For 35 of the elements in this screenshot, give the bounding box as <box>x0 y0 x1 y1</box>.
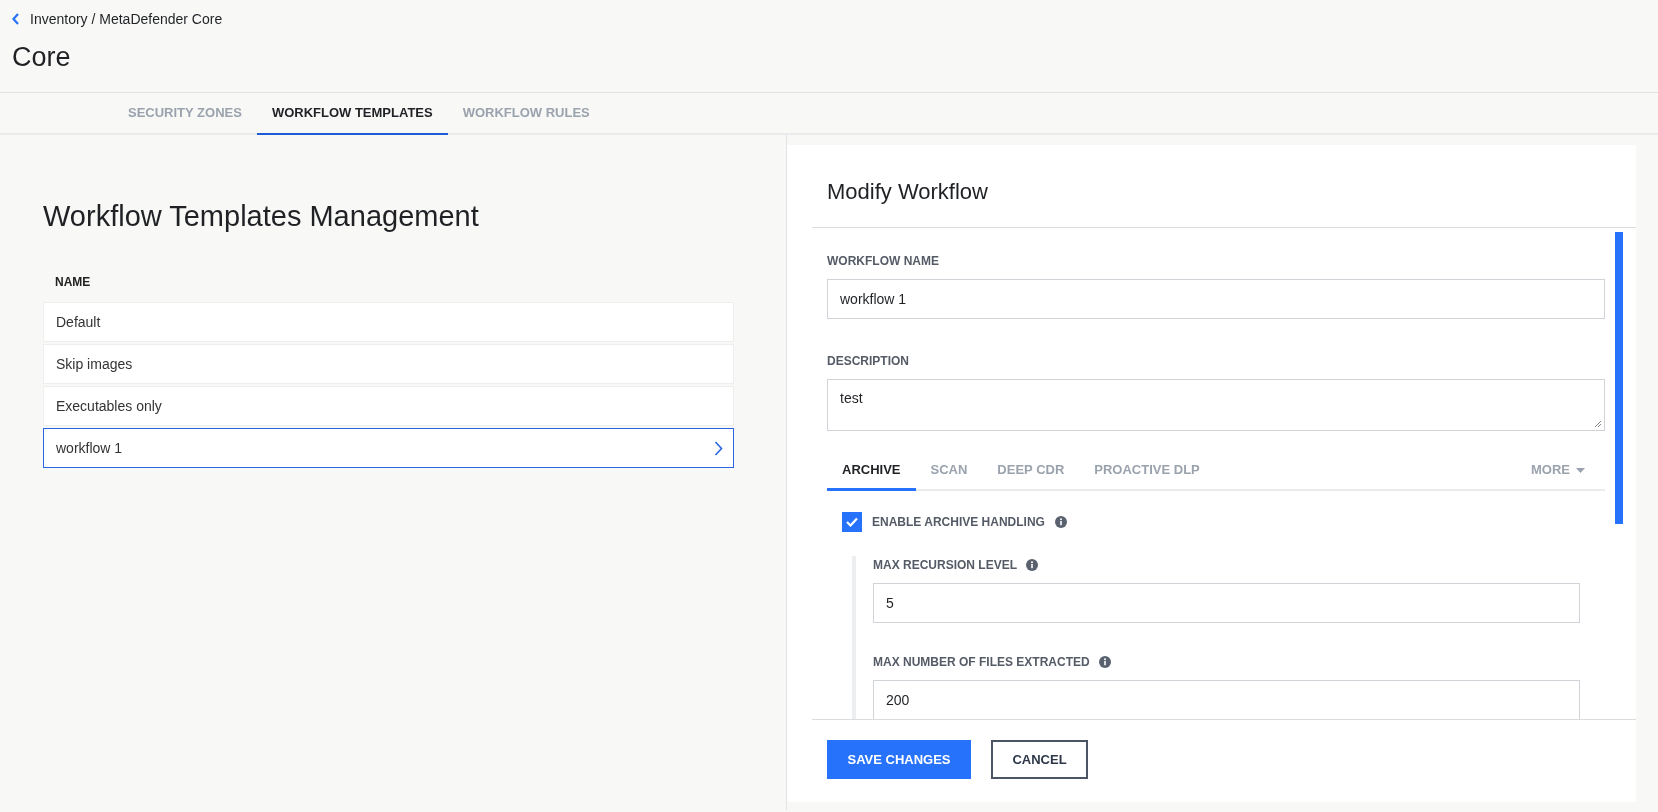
row-label: Executables only <box>56 396 162 416</box>
list-row[interactable]: Executables only <box>43 386 734 426</box>
save-button[interactable]: SAVE CHANGES <box>827 740 971 779</box>
page-title: Core <box>12 41 72 74</box>
list-row[interactable]: workflow 1 <box>43 428 734 468</box>
field-label: MAX RECURSION LEVEL <box>873 557 1017 574</box>
chevron-right-icon[interactable] <box>714 440 723 456</box>
scrollbar[interactable] <box>1615 232 1623 524</box>
info-icon[interactable] <box>1098 656 1111 668</box>
input-field[interactable]: 200 <box>873 680 1580 719</box>
checkbox[interactable] <box>842 512 862 532</box>
tab[interactable]: ARCHIVE <box>827 451 916 491</box>
row-label: Default <box>56 312 101 332</box>
field-label: DESCRIPTION <box>827 353 910 370</box>
field-label: MAX NUMBER OF FILES EXTRACTED <box>873 654 1090 671</box>
row-label: workflow 1 <box>56 438 123 458</box>
caret-icon <box>1576 467 1585 473</box>
info-icon[interactable] <box>1026 559 1038 571</box>
back-icon[interactable] <box>12 13 20 25</box>
input-field[interactable]: 5 <box>873 583 1580 623</box>
text-area[interactable]: test <box>827 379 1605 431</box>
panel-title: Modify Workflow <box>826 177 988 206</box>
info-icon[interactable] <box>1054 516 1067 528</box>
row-label: Skip images <box>56 354 133 374</box>
column-header: NAME <box>54 274 92 287</box>
list-row[interactable]: Skip images <box>43 344 734 384</box>
resize-handle-icon[interactable] <box>1594 420 1602 428</box>
list-row[interactable]: Default <box>43 302 734 342</box>
breadcrumb[interactable]: Inventory / MetaDefender Core <box>30 8 223 30</box>
input-field[interactable]: workflow 1 <box>827 279 1605 319</box>
tab[interactable]: WORKFLOW TEMPLATES <box>256 93 448 135</box>
checkmark-icon <box>846 517 858 527</box>
cancel-button[interactable]: CANCEL <box>991 740 1088 779</box>
checkbox-label[interactable]: ENABLE ARCHIVE HANDLING <box>872 513 1045 531</box>
field-label: WORKFLOW NAME <box>827 253 940 270</box>
